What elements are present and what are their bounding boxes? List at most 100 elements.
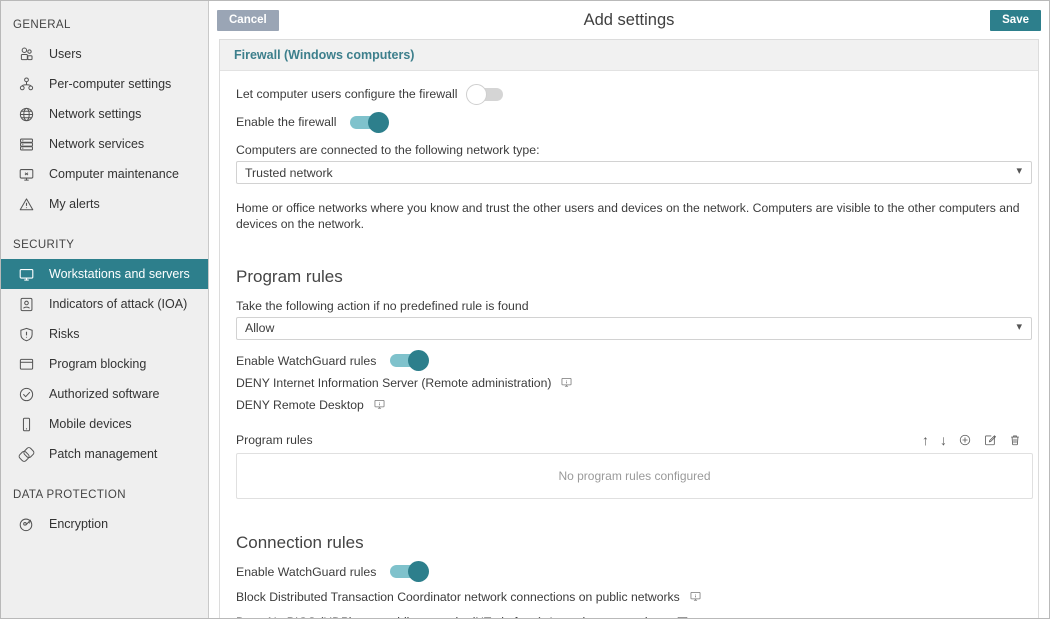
list-item: Block Distributed Transaction Coordinato… <box>236 590 1022 604</box>
sidebar-item-workstations-and-servers[interactable]: Workstations and servers <box>1 259 208 289</box>
program-rules-list-caption: Program rules <box>236 433 313 447</box>
connection-enable-watchguard-row: Enable WatchGuard rules <box>236 565 1022 579</box>
monitor-icon <box>15 263 37 285</box>
sidebar-item-computer-maintenance[interactable]: Computer maintenance <box>1 159 208 189</box>
sidebar-group-data-protection: DATA PROTECTION <box>1 483 208 509</box>
page-title: Add settings <box>209 11 1049 30</box>
hierarchy-icon <box>15 73 37 95</box>
firewall-panel: Firewall (Windows computers) Let compute… <box>219 39 1039 618</box>
monitor-info-icon[interactable] <box>560 376 573 389</box>
delete-icon[interactable] <box>1008 433 1022 447</box>
network-type-select[interactable]: Trusted network ▾ <box>236 161 1032 184</box>
program-rules-list-header: Program rules ↑ ↓ <box>236 432 1022 448</box>
sidebar-item-authorized-software[interactable]: Authorized software <box>1 379 208 409</box>
toggle-knob <box>408 561 429 582</box>
connection-rule-label: Deny NetBIOS (UDP) over public networks … <box>236 615 667 618</box>
window-icon <box>15 353 37 375</box>
connection-rule-label: Block Distributed Transaction Coordinato… <box>236 590 680 604</box>
sidebar-item-label: Risks <box>49 327 80 341</box>
default-action-select[interactable]: Allow ▾ <box>236 317 1032 340</box>
sidebar-item-label: Network settings <box>49 107 141 121</box>
mobile-icon <box>15 413 37 435</box>
default-action-label: Take the following action if no predefin… <box>236 299 1022 313</box>
program-enable-watchguard-toggle[interactable] <box>390 354 422 367</box>
list-item: DENY Internet Information Server (Remote… <box>236 376 1022 390</box>
enable-firewall-label: Enable the firewall <box>236 115 336 129</box>
list-item: DENY Remote Desktop <box>236 398 1022 412</box>
server-icon <box>15 133 37 155</box>
sidebar-item-label: Program blocking <box>49 357 146 371</box>
sidebar-item-label: Network services <box>49 137 144 151</box>
save-button[interactable]: Save <box>990 10 1041 31</box>
sidebar-item-network-services[interactable]: Network services <box>1 129 208 159</box>
default-action-value: Allow <box>245 321 274 335</box>
list-item: Deny NetBIOS (UDP) over public networks … <box>236 615 1022 618</box>
main-content: Cancel Add settings Save Firewall (Windo… <box>209 1 1049 618</box>
sidebar-item-users[interactable]: Users <box>1 39 208 69</box>
check-circle-icon <box>15 383 37 405</box>
connection-enable-watchguard-toggle[interactable] <box>390 565 422 578</box>
chevron-down-icon: ▾ <box>1016 322 1022 333</box>
sidebar-item-program-blocking[interactable]: Program blocking <box>1 349 208 379</box>
network-type-help-text: Home or office networks where you know a… <box>236 200 1022 233</box>
sidebar-group-general: GENERAL <box>1 13 208 39</box>
sidebar-item-risks[interactable]: Risks <box>1 319 208 349</box>
program-enable-watchguard-row: Enable WatchGuard rules <box>236 354 1022 368</box>
monitor-info-icon[interactable] <box>689 590 702 603</box>
sidebar-item-label: Computer maintenance <box>49 167 179 181</box>
sidebar-spacer <box>1 219 208 233</box>
toggle-knob <box>408 350 429 371</box>
program-rule-label: DENY Internet Information Server (Remote… <box>236 376 551 390</box>
monitor-x-icon <box>15 163 37 185</box>
sidebar-item-my-alerts[interactable]: My alerts <box>1 189 208 219</box>
sidebar-item-label: My alerts <box>49 197 100 211</box>
edit-icon[interactable] <box>983 433 997 447</box>
program-rule-label: DENY Remote Desktop <box>236 398 364 412</box>
sidebar-item-label: Per-computer settings <box>49 77 171 91</box>
let-users-configure-label: Let computer users configure the firewal… <box>236 87 457 101</box>
add-icon[interactable] <box>958 433 972 447</box>
connection-enable-watchguard-label: Enable WatchGuard rules <box>236 565 376 579</box>
encryption-icon <box>15 513 37 535</box>
connection-rules-title: Connection rules <box>236 533 1022 553</box>
program-enable-watchguard-label: Enable WatchGuard rules <box>236 354 376 368</box>
cancel-button[interactable]: Cancel <box>217 10 279 31</box>
sidebar-item-label: Users <box>49 47 82 61</box>
enable-firewall-toggle[interactable] <box>350 116 382 129</box>
users-icon <box>15 43 37 65</box>
sidebar-item-encryption[interactable]: Encryption <box>1 509 208 539</box>
person-badge-icon <box>15 293 37 315</box>
sidebar-item-patch-management[interactable]: Patch management <box>1 439 208 469</box>
program-rules-toolbar: ↑ ↓ <box>922 432 1022 448</box>
chevron-down-icon: ▾ <box>1016 166 1022 177</box>
program-rules-empty-box[interactable]: No program rules configured <box>236 453 1033 499</box>
sidebar-item-label: Workstations and servers <box>49 267 190 281</box>
sidebar-item-mobile-devices[interactable]: Mobile devices <box>1 409 208 439</box>
top-toolbar: Cancel Add settings Save <box>209 1 1049 39</box>
alert-triangle-icon <box>15 193 37 215</box>
shield-exclamation-icon <box>15 323 37 345</box>
sidebar-item-label: Encryption <box>49 517 108 531</box>
toggle-knob <box>466 84 487 105</box>
let-users-configure-toggle[interactable] <box>471 88 503 101</box>
move-down-icon[interactable]: ↓ <box>940 432 947 448</box>
monitor-info-icon[interactable] <box>373 398 386 411</box>
panel-body: Let computer users configure the firewal… <box>220 71 1038 618</box>
sidebar-item-indicators-of-attack[interactable]: Indicators of attack (IOA) <box>1 289 208 319</box>
network-type-label: Computers are connected to the following… <box>236 143 1022 157</box>
program-rules-title: Program rules <box>236 267 1022 287</box>
sidebar-item-per-computer-settings[interactable]: Per-computer settings <box>1 69 208 99</box>
settings-scroll-area[interactable]: Firewall (Windows computers) Let compute… <box>209 39 1049 618</box>
move-up-icon[interactable]: ↑ <box>922 432 929 448</box>
sidebar: GENERAL Users Per-computer settings <box>1 1 209 618</box>
monitor-info-icon[interactable] <box>676 615 689 618</box>
program-rules-empty-text: No program rules configured <box>558 469 710 483</box>
let-users-configure-row: Let computer users configure the firewal… <box>236 87 1022 101</box>
sidebar-spacer-2 <box>1 469 208 483</box>
toggle-knob <box>368 112 389 133</box>
sidebar-item-network-settings[interactable]: Network settings <box>1 99 208 129</box>
globe-icon <box>15 103 37 125</box>
sidebar-item-label: Mobile devices <box>49 417 132 431</box>
patch-icon <box>15 443 37 465</box>
sidebar-item-label: Patch management <box>49 447 157 461</box>
